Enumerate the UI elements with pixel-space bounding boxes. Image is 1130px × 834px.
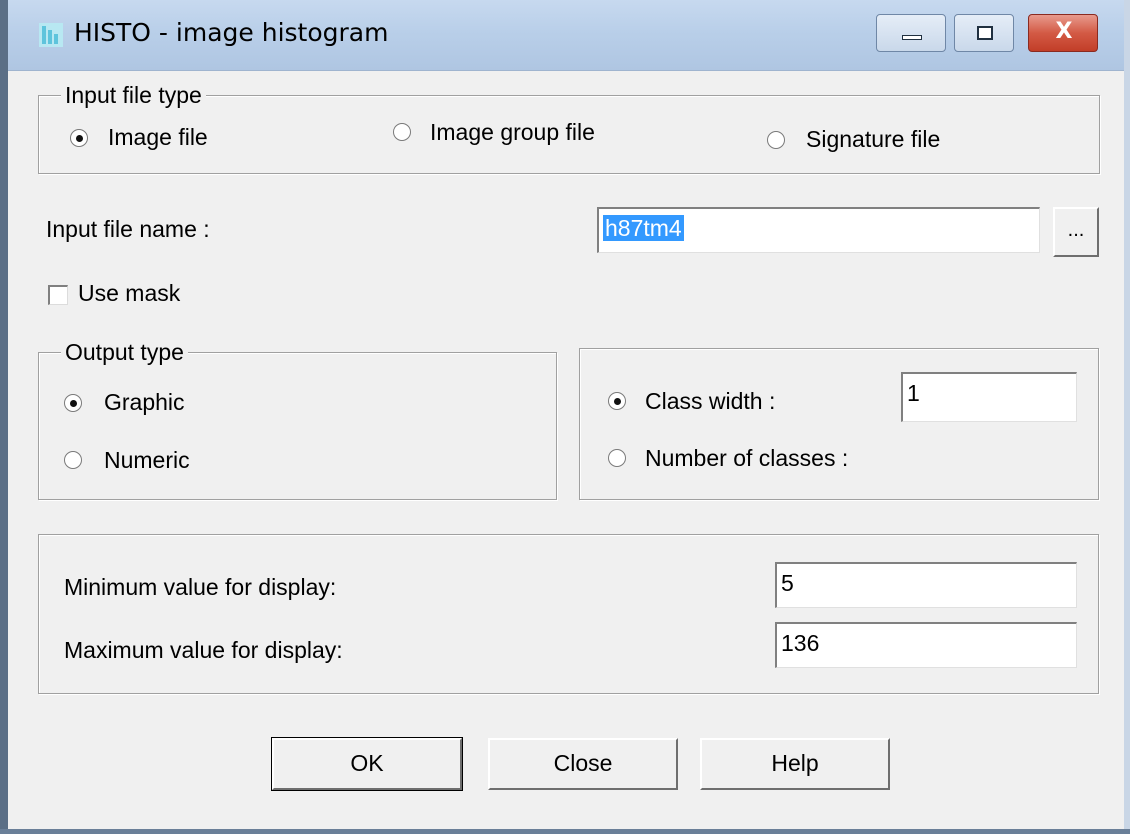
maximize-button[interactable] bbox=[954, 14, 1014, 52]
class-options-group bbox=[579, 348, 1099, 500]
input-file-type-legend: Input file type bbox=[61, 82, 206, 109]
radio-image-group-file-label[interactable]: Image group file bbox=[430, 119, 595, 146]
input-file-name-value: h87tm4 bbox=[603, 215, 684, 241]
app-icon bbox=[39, 23, 63, 47]
output-type-legend: Output type bbox=[61, 339, 188, 366]
radio-image-file[interactable] bbox=[70, 129, 88, 147]
radio-class-width-label[interactable]: Class width : bbox=[645, 388, 775, 415]
window-frame-right bbox=[1124, 0, 1130, 834]
min-value-field[interactable]: 5 bbox=[775, 562, 1077, 608]
radio-image-group-file[interactable] bbox=[393, 123, 411, 141]
radio-number-of-classes-label[interactable]: Number of classes : bbox=[645, 445, 848, 472]
radio-numeric[interactable] bbox=[64, 451, 82, 469]
close-button[interactable]: Close bbox=[488, 738, 678, 790]
maximize-icon bbox=[977, 26, 993, 40]
input-file-name-label: Input file name : bbox=[46, 216, 210, 242]
class-width-field[interactable]: 1 bbox=[901, 372, 1077, 422]
use-mask-checkbox[interactable] bbox=[48, 285, 68, 305]
radio-graphic-label[interactable]: Graphic bbox=[104, 389, 185, 416]
radio-graphic[interactable] bbox=[64, 394, 82, 412]
help-button[interactable]: Help bbox=[700, 738, 890, 790]
radio-signature-file[interactable] bbox=[767, 131, 785, 149]
ok-button[interactable]: OK bbox=[271, 737, 463, 791]
radio-image-file-label[interactable]: Image file bbox=[108, 124, 208, 151]
max-value-field[interactable]: 136 bbox=[775, 622, 1077, 668]
radio-number-of-classes[interactable] bbox=[608, 449, 626, 467]
radio-numeric-label[interactable]: Numeric bbox=[104, 447, 190, 474]
min-value-label: Minimum value for display: bbox=[64, 574, 337, 600]
input-file-name-field[interactable]: h87tm4 bbox=[597, 207, 1040, 253]
display-range-group bbox=[38, 534, 1099, 694]
browse-button[interactable]: ... bbox=[1053, 207, 1099, 257]
output-type-group: Output type bbox=[38, 339, 557, 500]
max-value-label: Maximum value for display: bbox=[64, 637, 343, 663]
window-frame-left bbox=[0, 0, 8, 834]
minimize-icon bbox=[902, 35, 922, 40]
window-close-button[interactable]: X bbox=[1028, 14, 1098, 52]
window-frame-bottom bbox=[0, 829, 1130, 834]
window-title: HISTO - image histogram bbox=[74, 18, 389, 47]
use-mask-label[interactable]: Use mask bbox=[78, 280, 180, 307]
radio-signature-file-label[interactable]: Signature file bbox=[806, 126, 940, 153]
minimize-button[interactable] bbox=[876, 14, 946, 52]
radio-class-width[interactable] bbox=[608, 392, 626, 410]
close-icon: X bbox=[1055, 19, 1073, 44]
